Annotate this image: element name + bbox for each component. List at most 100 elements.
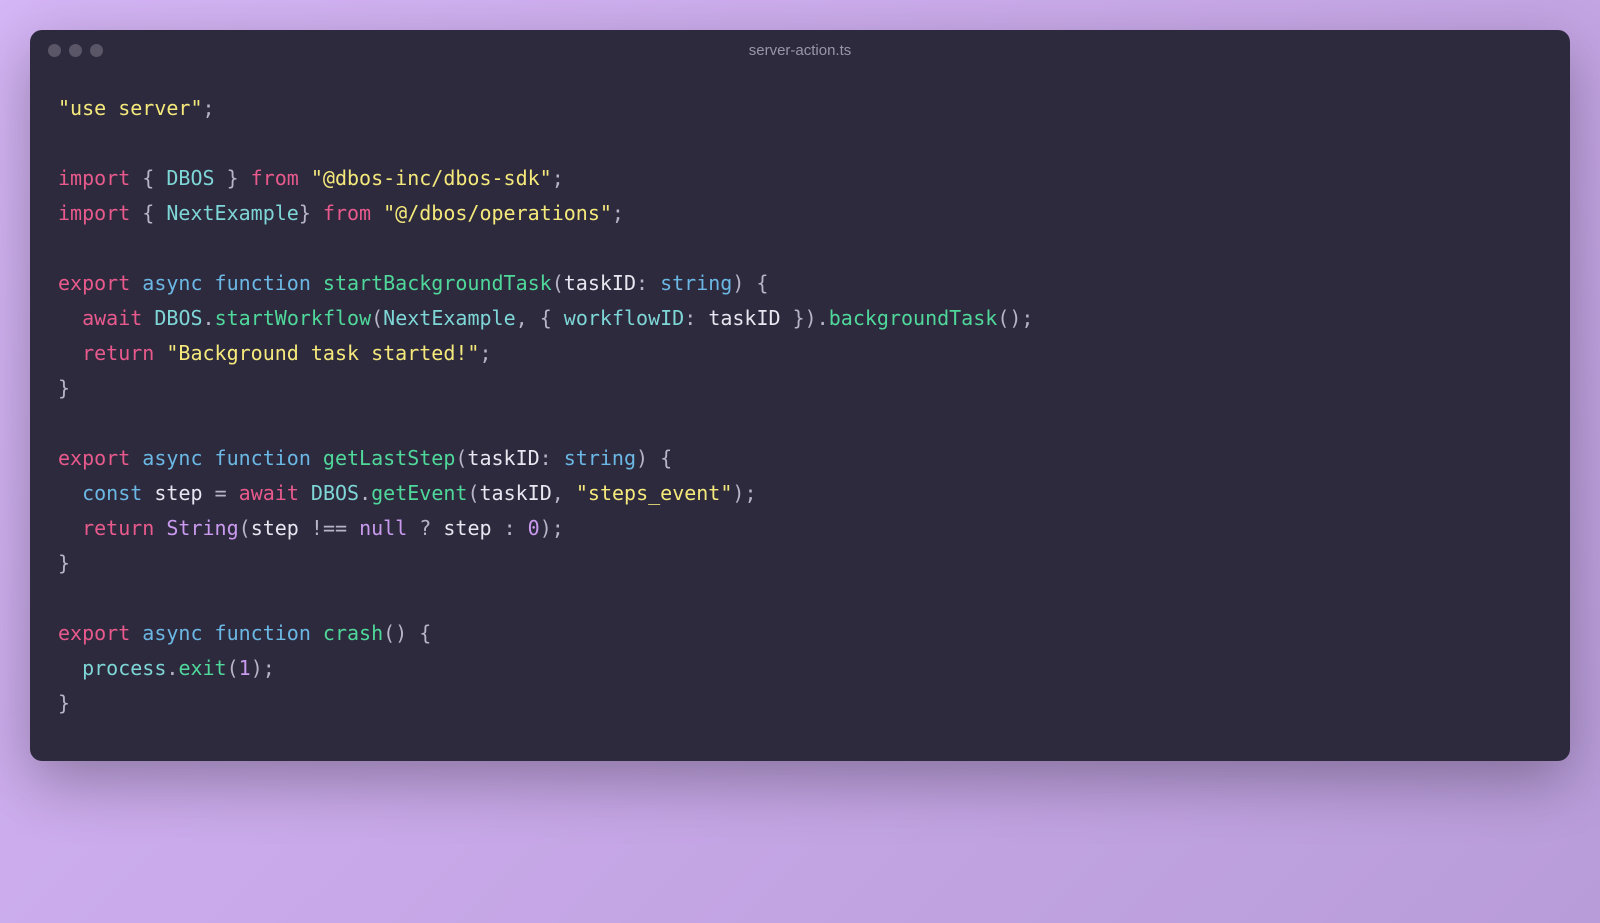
code-token: . xyxy=(166,656,178,680)
code-token: ; xyxy=(612,201,624,225)
code-token: NextExample xyxy=(166,201,298,225)
code-token: string xyxy=(564,446,636,470)
code-token: crash xyxy=(311,621,383,645)
code-token: ( xyxy=(467,481,479,505)
code-token: taskID xyxy=(467,446,539,470)
code-token: step xyxy=(251,516,299,540)
code-token: "@dbos-inc/dbos-sdk" xyxy=(299,166,552,190)
code-token: ; xyxy=(203,96,215,120)
code-token: from xyxy=(323,201,371,225)
code-token: null xyxy=(359,516,407,540)
code-token: backgroundTask xyxy=(829,306,998,330)
code-token: : xyxy=(492,516,528,540)
code-token: : xyxy=(684,306,708,330)
code-token: taskID xyxy=(708,306,780,330)
code-token: process xyxy=(82,656,166,680)
code-token: async xyxy=(130,271,202,295)
code-token: ); xyxy=(540,516,564,540)
code-token: } xyxy=(58,691,70,715)
code-token xyxy=(299,481,311,505)
code-token: await xyxy=(239,481,299,505)
code-token: . xyxy=(359,481,371,505)
code-token: function xyxy=(203,446,311,470)
code-token: : xyxy=(540,446,564,470)
traffic-lights xyxy=(48,44,103,57)
code-token: String xyxy=(166,516,238,540)
code-token: export xyxy=(58,271,130,295)
code-token: : xyxy=(636,271,660,295)
code-token xyxy=(58,341,82,365)
window-titlebar: server-action.ts xyxy=(30,30,1570,71)
code-token: taskID xyxy=(480,481,552,505)
code-token: return xyxy=(82,516,154,540)
code-token: step xyxy=(154,481,202,505)
code-token: (); xyxy=(997,306,1033,330)
code-token: DBOS xyxy=(166,166,214,190)
code-token: , { xyxy=(516,306,564,330)
code-token xyxy=(142,306,154,330)
code-token: export xyxy=(58,446,130,470)
code-token: { xyxy=(130,201,166,225)
code-token: DBOS xyxy=(311,481,359,505)
code-token: 0 xyxy=(528,516,540,540)
minimize-icon[interactable] xyxy=(69,44,82,57)
code-token: return xyxy=(82,341,154,365)
code-token xyxy=(58,656,82,680)
code-token: , xyxy=(552,481,576,505)
code-token: "Background task started!" xyxy=(154,341,479,365)
code-editor[interactable]: "use server"; import { DBOS } from "@dbo… xyxy=(30,71,1570,761)
code-token: ( xyxy=(239,516,251,540)
code-token: ); xyxy=(732,481,756,505)
code-token: const xyxy=(82,481,142,505)
code-token: export xyxy=(58,621,130,645)
code-token: string xyxy=(660,271,732,295)
code-token: ( xyxy=(552,271,564,295)
code-token: workflowID xyxy=(564,306,684,330)
close-icon[interactable] xyxy=(48,44,61,57)
code-token: import xyxy=(58,201,130,225)
code-token: NextExample xyxy=(383,306,515,330)
code-token xyxy=(58,516,82,540)
code-token: ; xyxy=(552,166,564,190)
code-token: async xyxy=(130,446,202,470)
code-token: ); xyxy=(251,656,275,680)
code-token: ? xyxy=(407,516,443,540)
code-token: { xyxy=(130,166,166,190)
code-token: 1 xyxy=(239,656,251,680)
code-token: "steps_event" xyxy=(576,481,733,505)
code-token: async xyxy=(130,621,202,645)
code-token: "@/dbos/operations" xyxy=(371,201,612,225)
code-token xyxy=(154,516,166,540)
code-token: ) { xyxy=(636,446,672,470)
code-token: exit xyxy=(178,656,226,680)
code-token: startBackgroundTask xyxy=(311,271,552,295)
code-token: startWorkflow xyxy=(215,306,372,330)
code-token: . xyxy=(203,306,215,330)
code-token: ( xyxy=(371,306,383,330)
code-token: ) { xyxy=(732,271,768,295)
code-token: ; xyxy=(479,341,491,365)
code-token: taskID xyxy=(564,271,636,295)
code-token: !== xyxy=(299,516,359,540)
code-token: ( xyxy=(455,446,467,470)
code-token: }). xyxy=(781,306,829,330)
code-token: = xyxy=(203,481,239,505)
code-token: () { xyxy=(383,621,431,645)
code-token: } xyxy=(58,551,70,575)
code-token xyxy=(142,481,154,505)
code-token: } xyxy=(58,376,70,400)
code-token: import xyxy=(58,166,130,190)
code-token xyxy=(58,306,82,330)
code-token: "use server" xyxy=(58,96,203,120)
code-token: function xyxy=(203,621,311,645)
window-filename: server-action.ts xyxy=(749,42,852,59)
code-token: getLastStep xyxy=(311,446,456,470)
code-window: server-action.ts "use server"; import { … xyxy=(30,30,1570,761)
code-token: await xyxy=(82,306,142,330)
code-token: function xyxy=(203,271,311,295)
code-token: ( xyxy=(227,656,239,680)
maximize-icon[interactable] xyxy=(90,44,103,57)
code-token: getEvent xyxy=(371,481,467,505)
code-token: DBOS xyxy=(154,306,202,330)
code-token: step xyxy=(443,516,491,540)
